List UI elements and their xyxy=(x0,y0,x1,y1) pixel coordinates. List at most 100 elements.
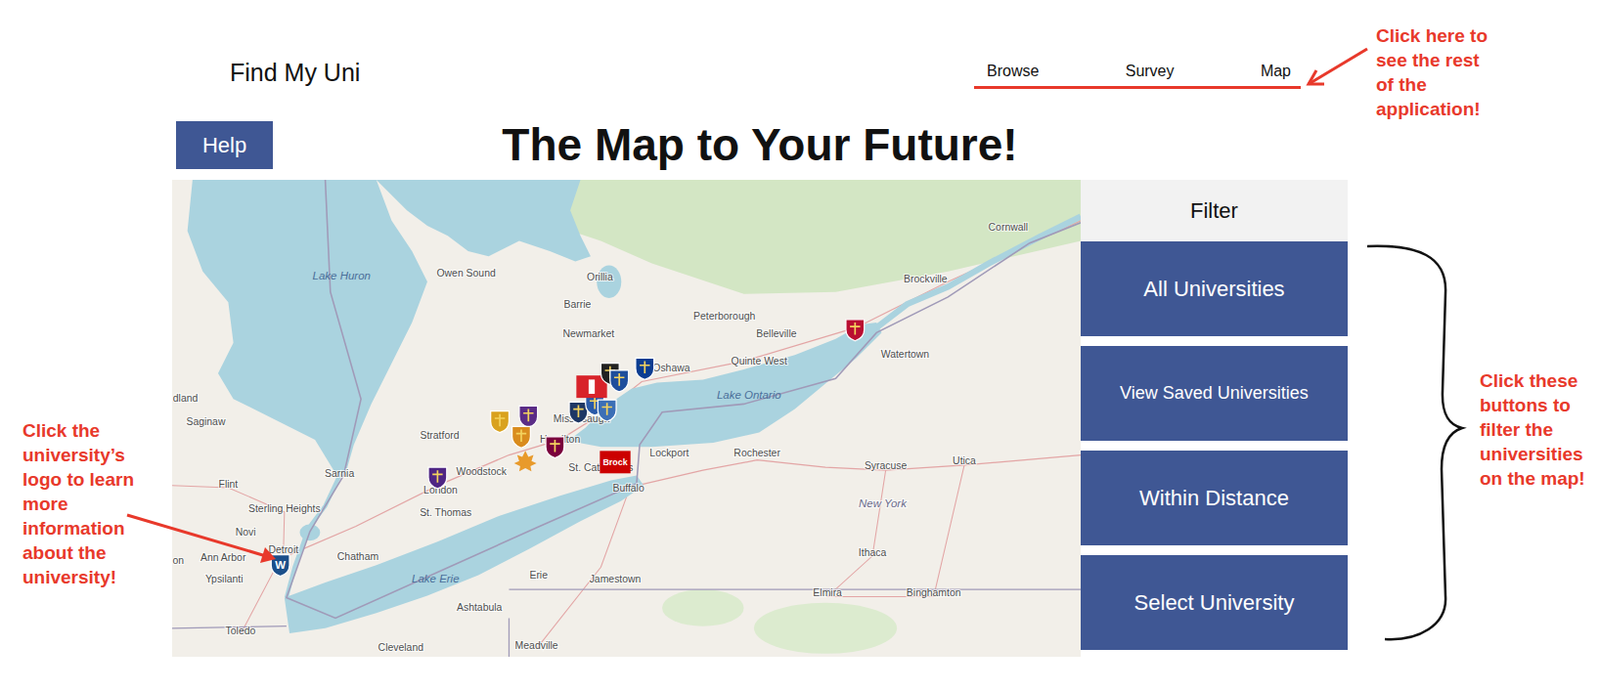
crest-icon xyxy=(601,402,612,416)
shield-icon[interactable] xyxy=(428,467,447,489)
shield-icon[interactable] xyxy=(519,405,538,428)
arrow-icon xyxy=(127,515,267,557)
square-logo-icon[interactable] xyxy=(599,450,630,474)
filter-title: Filter xyxy=(1080,179,1348,242)
arrowhead-icon xyxy=(1308,70,1325,85)
map-label: Peterborough xyxy=(693,311,756,322)
map-label: Watertown xyxy=(881,349,931,360)
crest-icon xyxy=(516,429,527,443)
map-label: Chatham xyxy=(337,551,379,563)
map-label: Stratford xyxy=(419,430,459,442)
road xyxy=(827,465,965,598)
map-label: Saginaw xyxy=(185,416,225,428)
title-row: Help The Map to Your Future! xyxy=(172,121,1348,170)
map-label: Ashtabula xyxy=(456,602,503,614)
page-title: The Map to Your Future! xyxy=(272,121,1247,170)
lake-huron xyxy=(187,179,428,474)
filter-buttons: All UniversitiesView Saved UniversitiesW… xyxy=(1080,241,1348,651)
maple-leaf-icon[interactable] xyxy=(514,450,537,472)
map-canvas[interactable]: Lake HuronOwen SoundOrilliaBarrieNewmark… xyxy=(172,179,1081,658)
filter-button[interactable]: Select University xyxy=(1080,555,1348,651)
arrow-icon xyxy=(1308,48,1368,85)
university-logo[interactable] xyxy=(635,357,655,380)
annotation-marks xyxy=(0,0,1600,690)
map-label: Utica xyxy=(952,455,977,467)
map-label: dland xyxy=(173,393,199,404)
crest-icon xyxy=(523,409,534,423)
shield-icon[interactable] xyxy=(270,555,290,578)
logo-mark[interactable]: W xyxy=(274,559,286,572)
road xyxy=(636,455,1081,487)
university-logo[interactable] xyxy=(428,467,447,489)
university-logo[interactable] xyxy=(512,426,532,448)
map-label: Ann Arbor xyxy=(200,552,247,564)
filter-button[interactable]: Within Distance xyxy=(1080,450,1348,546)
map-label: Buffalo xyxy=(612,483,644,494)
map-label: Flint xyxy=(219,479,239,490)
state-border xyxy=(508,589,1081,658)
map-label: Sterling Heights xyxy=(248,503,321,515)
shield-icon[interactable] xyxy=(569,401,588,424)
map-label: Detroit xyxy=(267,544,299,556)
crest-icon xyxy=(549,440,560,453)
shield-icon[interactable] xyxy=(610,370,629,393)
map-label: Novi xyxy=(235,527,257,538)
map-label: Meadville xyxy=(515,640,559,652)
map-label: Lake Huron xyxy=(312,269,371,282)
shield-icon[interactable] xyxy=(545,437,565,459)
shield-icon[interactable] xyxy=(490,411,510,434)
map-label: Sarnia xyxy=(324,468,355,480)
map-label: on xyxy=(172,555,184,567)
map-label: Belleville xyxy=(755,328,797,340)
help-button[interactable]: Help xyxy=(176,121,273,170)
nav-link[interactable]: Survey xyxy=(1125,56,1175,87)
crest-icon xyxy=(849,322,860,336)
page: Find My Uni Browse Survey Map Help The Map… xyxy=(0,0,1600,690)
land xyxy=(172,179,1081,658)
map-label: Quinte West xyxy=(731,355,788,367)
university-logo[interactable] xyxy=(845,319,865,342)
map-label: Syracuse xyxy=(864,460,908,472)
map-label: Orillia xyxy=(586,271,614,283)
map-label: Newmarket xyxy=(563,328,616,340)
crest-icon xyxy=(573,404,583,418)
header: Find My Uni Browse Survey Map xyxy=(0,0,1600,89)
bar-icon xyxy=(588,379,595,395)
map-label: Brockville xyxy=(903,273,948,285)
st-lawrence-river xyxy=(876,217,1081,329)
logo-mark[interactable]: Brock xyxy=(602,457,627,468)
crest-icon xyxy=(432,470,443,484)
nav-link[interactable]: Browse xyxy=(986,56,1039,87)
arrowhead-icon xyxy=(260,547,276,564)
map[interactable]: Lake HuronOwen SoundOrilliaBarrieNewmark… xyxy=(172,179,1081,658)
shield-icon[interactable] xyxy=(597,400,617,422)
university-logo[interactable] xyxy=(545,437,565,459)
university-logo[interactable] xyxy=(597,400,617,422)
university-logo[interactable] xyxy=(519,405,538,428)
map-label: Cleveland xyxy=(378,642,425,654)
university-logo[interactable] xyxy=(514,450,537,472)
nav-link[interactable]: Map xyxy=(1260,56,1291,87)
shield-icon[interactable] xyxy=(845,319,865,342)
university-logo[interactable] xyxy=(490,411,510,434)
map-label: Erie xyxy=(529,570,548,581)
georgian-bay xyxy=(376,179,591,262)
filter-button[interactable]: View Saved Universities xyxy=(1080,346,1348,442)
brand[interactable]: Find My Uni xyxy=(229,56,360,89)
map-label: Cornwall xyxy=(988,222,1029,233)
university-logo[interactable] xyxy=(569,401,588,424)
annotation: Click these buttons to filter the univer… xyxy=(1479,368,1596,491)
filter-button[interactable]: All Universities xyxy=(1080,241,1348,337)
forest xyxy=(662,589,745,627)
map-label: Ypsilanti xyxy=(205,574,244,585)
shield-icon[interactable] xyxy=(512,426,532,448)
river xyxy=(310,473,341,527)
university-logo[interactable] xyxy=(610,370,629,393)
map-label: New York xyxy=(858,497,908,510)
shield-icon[interactable] xyxy=(635,357,655,380)
map-label: Elmira xyxy=(812,587,843,599)
university-logo[interactable]: Brock xyxy=(599,450,630,474)
crest-icon xyxy=(614,373,624,387)
map-label: Ithaca xyxy=(858,547,888,559)
university-logo[interactable]: W xyxy=(270,555,290,578)
